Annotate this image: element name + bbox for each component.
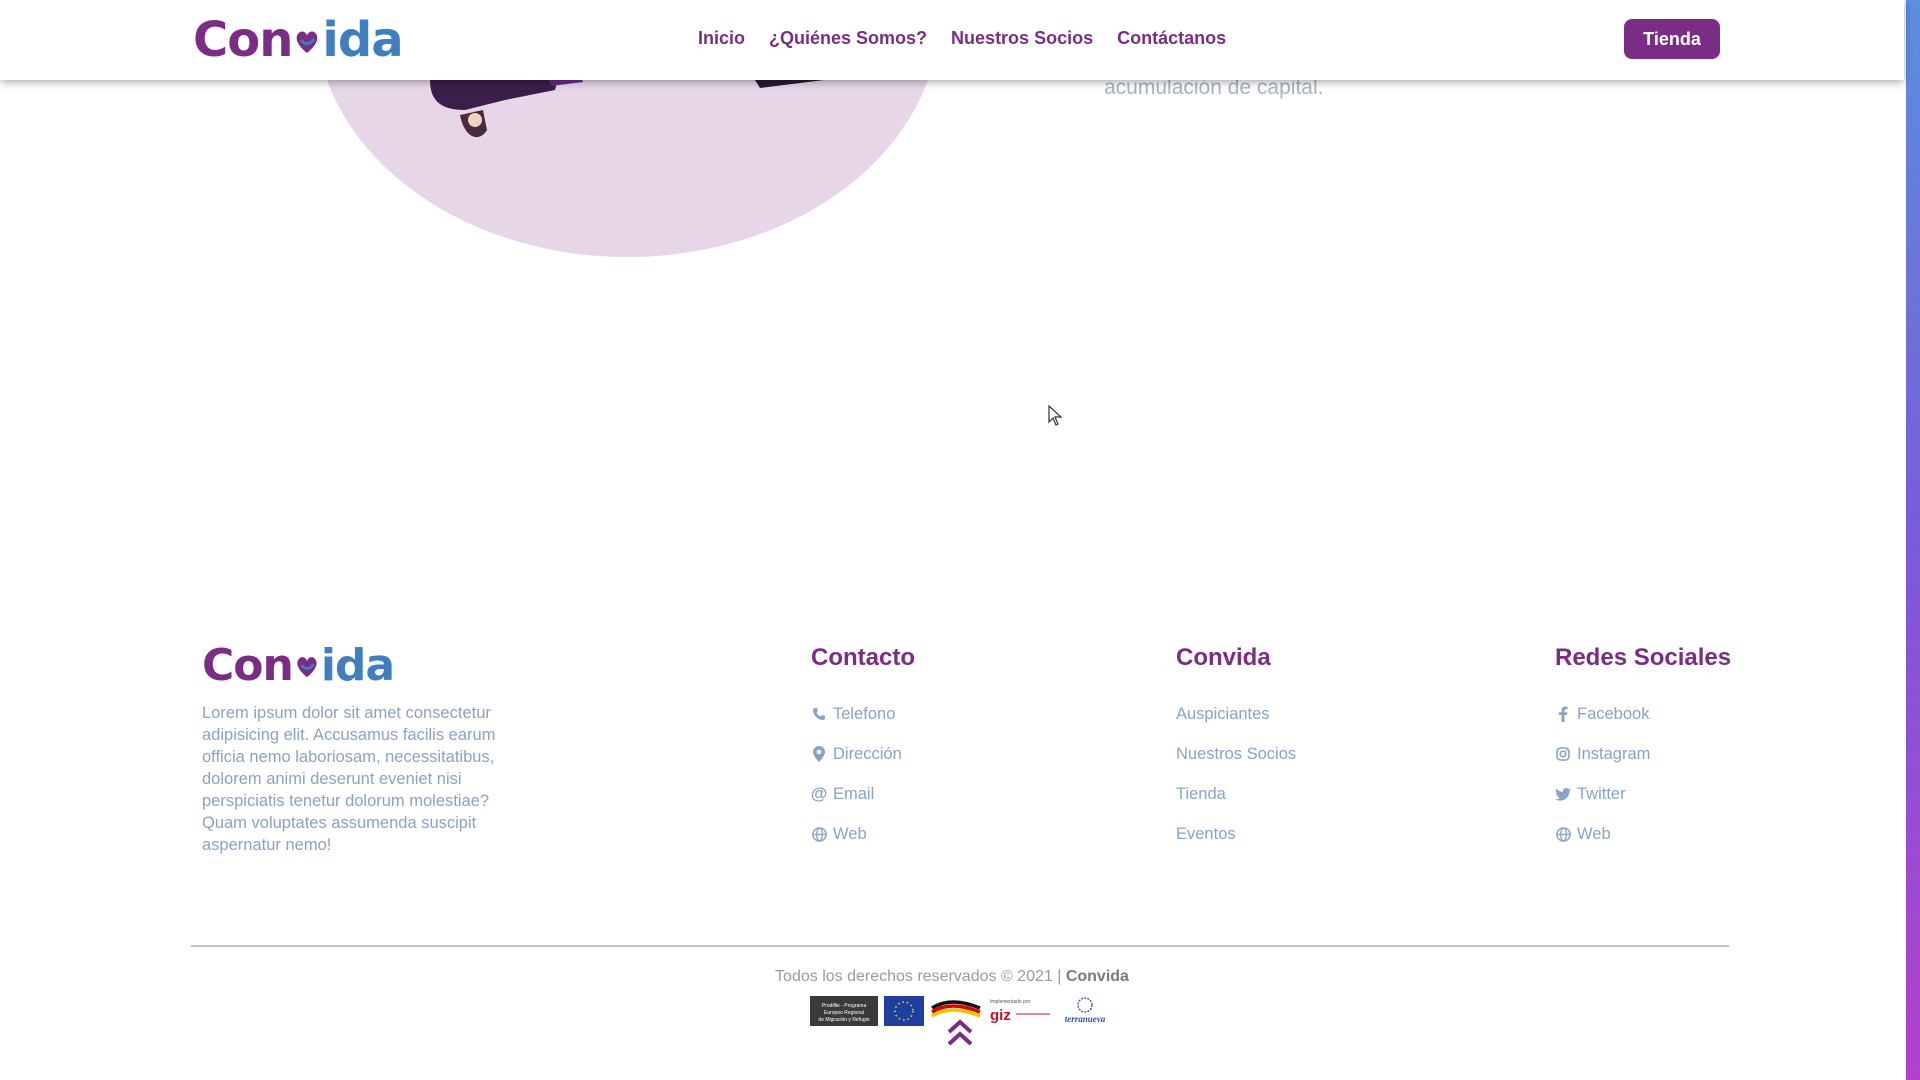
globe-icon xyxy=(1555,826,1571,842)
contacto-email[interactable]: @ Email xyxy=(811,774,915,814)
social-instagram[interactable]: Instagram xyxy=(1555,734,1731,774)
contacto-direccion[interactable]: Dirección xyxy=(811,734,915,774)
at-icon: @ xyxy=(810,784,828,803)
scrollbar[interactable] xyxy=(1906,0,1920,1080)
scroll-to-top-icon[interactable] xyxy=(946,1018,974,1048)
instagram-icon xyxy=(1555,746,1571,762)
tienda-button[interactable]: Tienda xyxy=(1624,19,1720,59)
link-auspiciantes[interactable]: Auspiciantes xyxy=(1176,694,1296,734)
page: acumulación de capital. Con ida Inicio ¿… xyxy=(0,0,1920,1080)
heart-icon xyxy=(292,12,322,68)
footer-contacto-column: Contacto Telefono Dirección @ Email Web xyxy=(811,644,915,854)
footer-convida-logo[interactable]: Con ida xyxy=(202,640,395,691)
site-header: Con ida Inicio ¿Quiénes Somos? Nuestros … xyxy=(0,0,1904,80)
social-twitter[interactable]: Twitter xyxy=(1555,774,1731,814)
svg-text:Europeo Regional: Europeo Regional xyxy=(824,1010,864,1016)
svg-text:giz: giz xyxy=(990,1007,1011,1024)
footer-divider xyxy=(191,945,1729,947)
terranueva-logo: terranueva xyxy=(1065,997,1106,1024)
heart-icon xyxy=(293,640,321,691)
link-nuestros-socios[interactable]: Nuestros Socios xyxy=(1176,734,1296,774)
nav-contactanos[interactable]: Contáctanos xyxy=(1117,28,1226,49)
main-nav: Inicio ¿Quiénes Somos? Nuestros Socios C… xyxy=(698,28,1226,49)
convida-heading: Convida xyxy=(1176,644,1271,671)
social-web-label: Web xyxy=(1577,824,1611,843)
facebook-icon xyxy=(1555,706,1571,722)
svg-text:de Migración y Refugio: de Migración y Refugio xyxy=(818,1017,869,1023)
nav-inicio[interactable]: Inicio xyxy=(698,28,745,49)
contacto-telefono[interactable]: Telefono xyxy=(811,694,915,734)
link-eventos[interactable]: Eventos xyxy=(1176,814,1296,854)
eu-flag-logo xyxy=(884,996,924,1026)
contacto-email-label: Email xyxy=(833,784,875,803)
phone-icon xyxy=(811,706,827,722)
nav-quienes-somos[interactable]: ¿Quiénes Somos? xyxy=(769,28,927,49)
map-pin-icon xyxy=(811,746,827,762)
social-instagram-label: Instagram xyxy=(1577,744,1651,763)
svg-text:Implementado por: Implementado por xyxy=(990,999,1031,1005)
footer-convida-column: Convida Auspiciantes Nuestros Socios Tie… xyxy=(1176,644,1296,854)
social-web[interactable]: Web xyxy=(1555,814,1731,854)
mouse-cursor-icon xyxy=(1048,405,1063,426)
prodible-logo: Prodiflie - Programa Europeo Regional de… xyxy=(810,996,878,1026)
nav-nuestros-socios[interactable]: Nuestros Socios xyxy=(951,28,1093,49)
twitter-icon xyxy=(1555,786,1571,802)
social-facebook-label: Facebook xyxy=(1577,704,1650,723)
giz-logo: Implementado por giz xyxy=(990,999,1050,1024)
contacto-web-label: Web xyxy=(833,824,867,843)
link-tienda[interactable]: Tienda xyxy=(1176,774,1296,814)
svg-text:terranueva: terranueva xyxy=(1065,1014,1106,1024)
copyright-brand: Convida xyxy=(1065,968,1129,985)
contacto-heading: Contacto xyxy=(811,644,915,671)
copyright-text: Todos los derechos reservados © 2021 | C… xyxy=(0,968,1904,986)
contacto-telefono-label: Telefono xyxy=(833,704,896,723)
copyright-prefix: Todos los derechos reservados © 2021 | xyxy=(775,968,1062,985)
social-facebook[interactable]: Facebook xyxy=(1555,694,1731,734)
footer-description: Lorem ipsum dolor sit amet consectetur a… xyxy=(202,704,496,854)
social-twitter-label: Twitter xyxy=(1577,784,1626,803)
redes-heading: Redes Sociales xyxy=(1555,644,1732,671)
contacto-web[interactable]: Web xyxy=(811,814,915,854)
contacto-direccion-label: Dirección xyxy=(833,744,902,763)
footer-redes-column: Redes Sociales Facebook Instagram Twitte… xyxy=(1555,644,1731,854)
convida-logo[interactable]: Con ida xyxy=(193,12,404,68)
globe-icon xyxy=(811,826,827,842)
svg-text:Prodiflie - Programa: Prodiflie - Programa xyxy=(822,1003,867,1009)
